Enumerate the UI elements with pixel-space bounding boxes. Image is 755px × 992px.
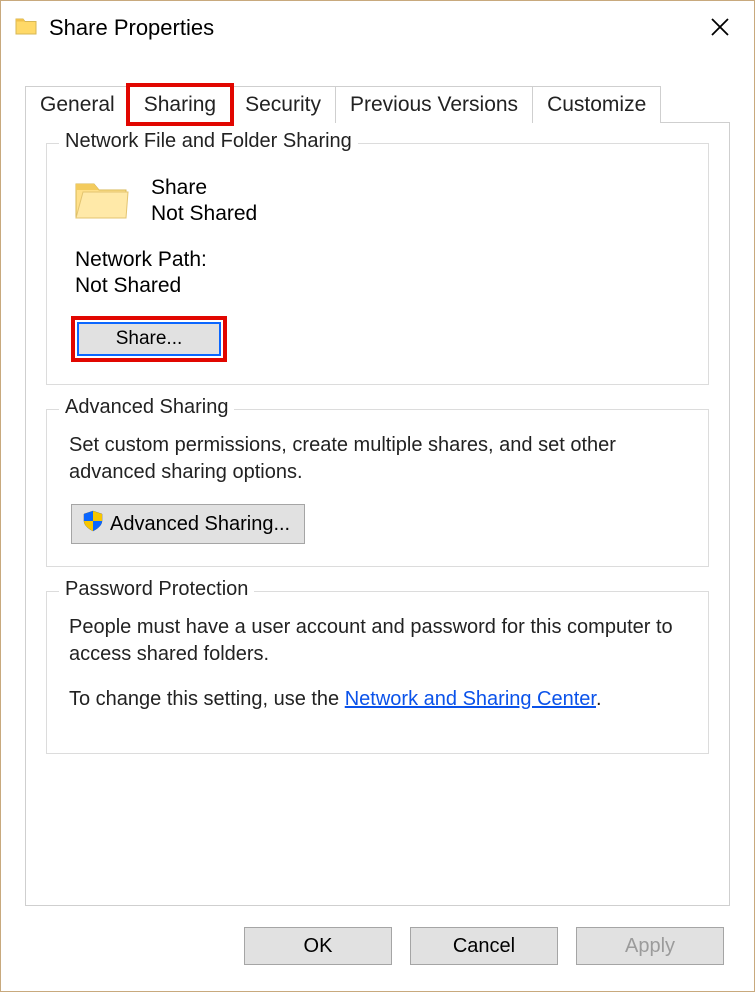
pw-line2-pre: To change this setting, use the <box>69 688 345 710</box>
properties-dialog: Share Properties General Sharing Securit… <box>0 0 755 992</box>
folder-icon <box>15 15 37 41</box>
tab-sharing[interactable]: Sharing <box>129 86 231 123</box>
folder-large-icon <box>73 174 129 228</box>
group-legend: Network File and Folder Sharing <box>59 130 358 153</box>
network-path-label: Network Path: <box>75 248 690 272</box>
uac-shield-icon <box>82 510 104 538</box>
share-item-status: Not Shared <box>151 202 257 226</box>
ok-button[interactable]: OK <box>244 927 392 965</box>
network-path-value: Not Shared <box>75 274 690 298</box>
group-network-sharing: Network File and Folder Sharing Share No… <box>46 143 709 385</box>
window-title: Share Properties <box>49 15 214 41</box>
pw-line2-post: . <box>596 688 602 710</box>
share-item-name: Share <box>151 176 257 200</box>
advanced-sharing-description: Set custom permissions, create multiple … <box>69 432 686 486</box>
title-bar: Share Properties <box>1 1 754 55</box>
advanced-sharing-button-label: Advanced Sharing... <box>110 513 290 536</box>
tab-panel-sharing: Network File and Folder Sharing Share No… <box>25 122 730 906</box>
advanced-sharing-button[interactable]: Advanced Sharing... <box>71 504 305 544</box>
close-icon[interactable] <box>700 7 740 50</box>
tab-strip: General Sharing Security Previous Versio… <box>1 79 754 123</box>
tab-previous-versions[interactable]: Previous Versions <box>335 86 533 123</box>
cancel-button[interactable]: Cancel <box>410 927 558 965</box>
group-legend: Password Protection <box>59 578 254 601</box>
share-button-highlight: Share... <box>71 316 227 362</box>
dialog-footer: OK Cancel Apply <box>1 907 754 991</box>
share-item-row: Share Not Shared <box>73 174 690 228</box>
tab-general[interactable]: General <box>25 86 130 123</box>
group-password-protection: Password Protection People must have a u… <box>46 591 709 754</box>
group-legend: Advanced Sharing <box>59 396 234 419</box>
network-and-sharing-center-link[interactable]: Network and Sharing Center <box>345 688 596 710</box>
share-button[interactable]: Share... <box>77 322 221 356</box>
password-protection-text-1: People must have a user account and pass… <box>69 614 686 668</box>
group-advanced-sharing: Advanced Sharing Set custom permissions,… <box>46 409 709 567</box>
tab-customize[interactable]: Customize <box>532 86 661 123</box>
password-protection-text-2: To change this setting, use the Network … <box>69 686 686 713</box>
tab-security[interactable]: Security <box>230 86 336 123</box>
apply-button: Apply <box>576 927 724 965</box>
